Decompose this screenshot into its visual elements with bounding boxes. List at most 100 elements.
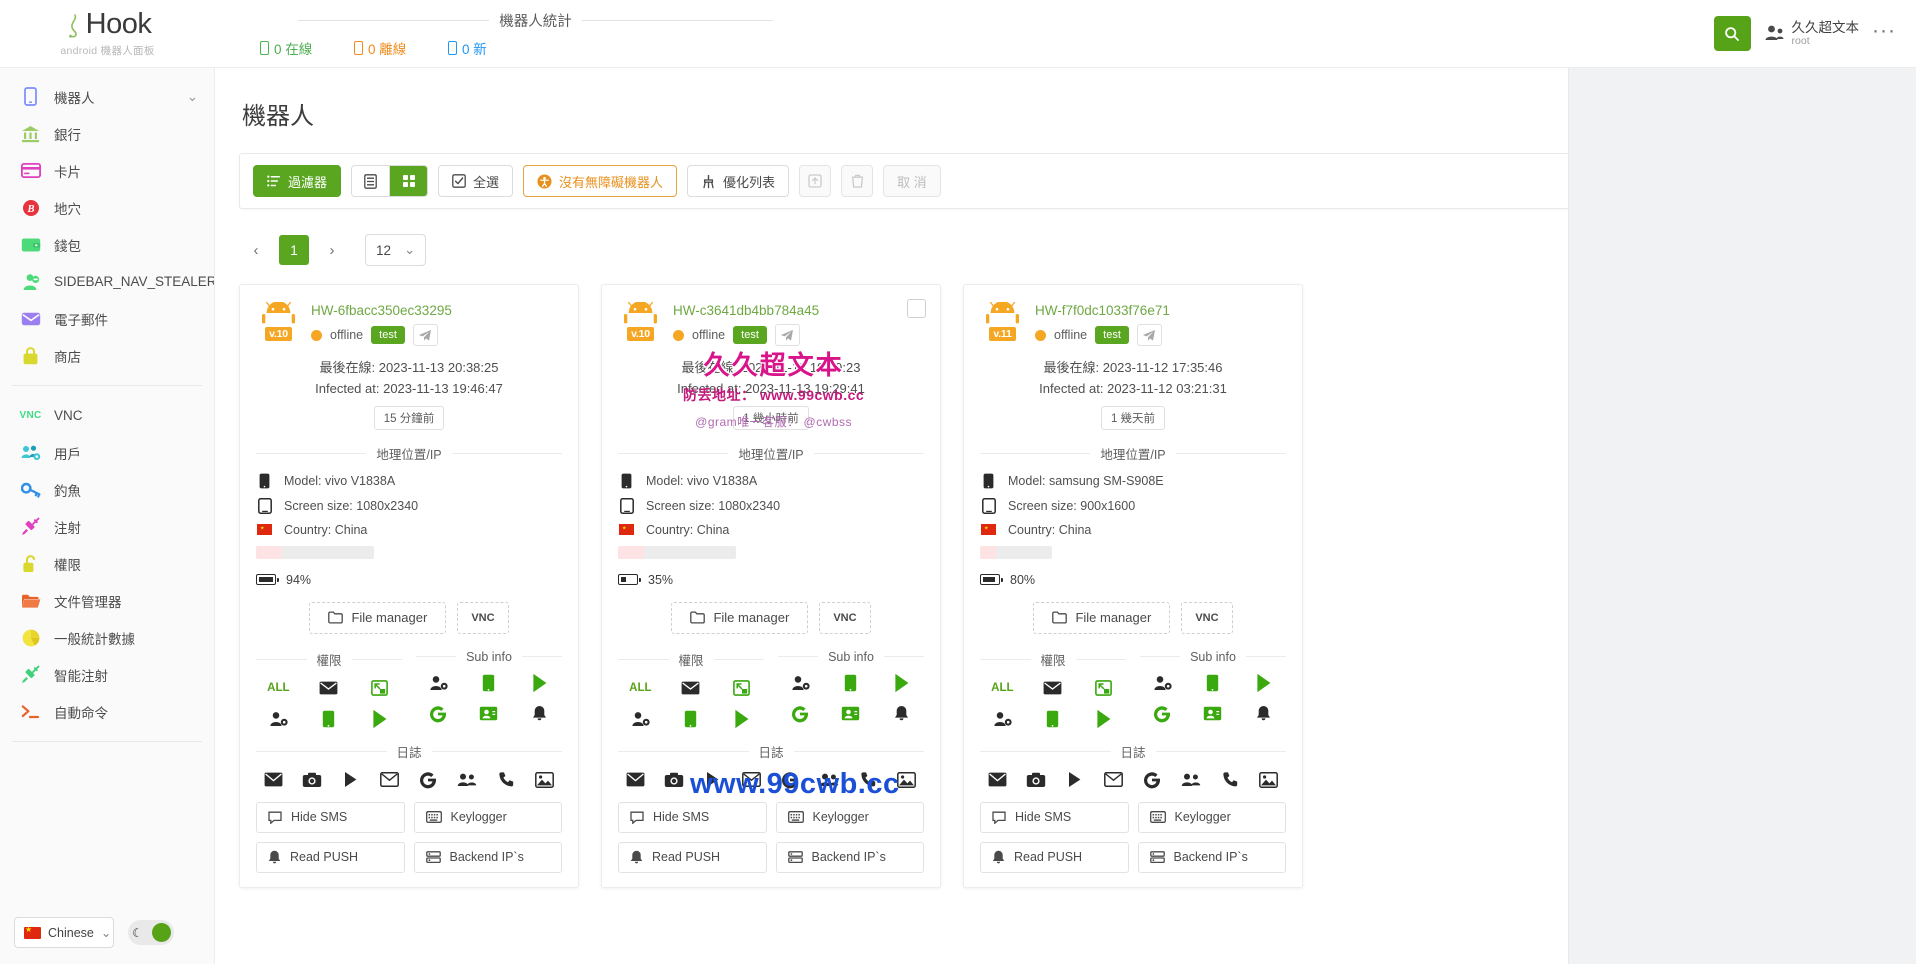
admin-user-icon[interactable]: [993, 710, 1012, 728]
device-admin-icon[interactable]: [1206, 674, 1219, 692]
optimize-list-button[interactable]: 優化列表: [687, 165, 790, 197]
filter-button[interactable]: 過濾器: [253, 165, 342, 197]
google-icon[interactable]: [1153, 705, 1171, 723]
play-log-icon[interactable]: [338, 771, 364, 789]
admin-user-icon[interactable]: [791, 674, 810, 692]
bot-id-link[interactable]: HW-c3641db4bb784a45: [673, 303, 924, 318]
select-all-button[interactable]: 全選: [438, 165, 514, 197]
vnc-button[interactable]: VNC: [457, 601, 509, 634]
delete-button[interactable]: [841, 165, 874, 197]
notification-icon[interactable]: [894, 705, 909, 723]
no-accessibility-button[interactable]: 沒有無障礙機器人: [523, 165, 678, 197]
file-manager-button[interactable]: File manager: [1033, 601, 1171, 634]
stat-new[interactable]: 0 新: [448, 38, 542, 58]
contacts-log-icon[interactable]: [816, 771, 842, 789]
gallery-log-icon[interactable]: [1256, 771, 1282, 789]
play-protect-icon[interactable]: [1256, 673, 1272, 692]
sidebar-item-general-stats[interactable]: 一般統計數據: [0, 619, 214, 656]
sidebar-item-shop[interactable]: 商店: [0, 337, 214, 374]
google-log-icon[interactable]: [1139, 771, 1165, 789]
contacts-log-icon[interactable]: [1178, 771, 1204, 789]
stat-online[interactable]: 0 在線: [260, 38, 354, 58]
grid-view-button[interactable]: [390, 166, 428, 196]
sidebar-item-vnc[interactable]: VNC VNC: [0, 397, 214, 434]
google-icon[interactable]: [791, 705, 809, 723]
gallery-log-icon[interactable]: [894, 771, 920, 789]
keylogger-button[interactable]: Keylogger: [1137, 801, 1286, 833]
sidebar-item-users[interactable]: 用戶: [0, 434, 214, 471]
camera-log-icon[interactable]: [661, 771, 687, 789]
sidebar-item-bank[interactable]: 銀行: [0, 115, 214, 152]
camera-log-icon[interactable]: [299, 771, 325, 789]
mail-log-icon[interactable]: [1101, 771, 1127, 789]
google-log-icon[interactable]: [415, 771, 441, 789]
device-admin-icon[interactable]: [322, 710, 335, 728]
next-page-button[interactable]: ›: [318, 235, 346, 265]
sidebar-item-bots[interactable]: 機器人 ⌄: [0, 78, 214, 115]
user-menu[interactable]: 久久超文本 root: [1764, 20, 1859, 48]
screen-share-icon[interactable]: [1095, 679, 1113, 697]
telegram-button[interactable]: [774, 324, 800, 346]
contacts-icon[interactable]: [1203, 705, 1222, 723]
all-permissions-icon[interactable]: ALL: [267, 679, 289, 697]
play-protect-icon[interactable]: [1096, 709, 1112, 728]
stat-offline[interactable]: 0 離線: [354, 38, 448, 58]
list-view-button[interactable]: [352, 166, 390, 196]
device-admin-icon[interactable]: [482, 674, 495, 692]
play-protect-icon[interactable]: [894, 673, 910, 692]
tag-badge[interactable]: test: [733, 326, 767, 344]
gallery-log-icon[interactable]: [532, 771, 558, 789]
screen-share-icon[interactable]: [371, 679, 389, 697]
calls-log-icon[interactable]: [855, 771, 881, 789]
sidebar-item-phishing[interactable]: 釣魚: [0, 471, 214, 508]
hide-sms-button[interactable]: Hide SMS: [618, 801, 767, 833]
cancel-button[interactable]: 取 消: [883, 165, 941, 197]
admin-user-icon[interactable]: [429, 674, 448, 692]
contacts-log-icon[interactable]: [454, 771, 480, 789]
read-push-button[interactable]: Read PUSH: [618, 841, 767, 873]
camera-log-icon[interactable]: [1023, 771, 1049, 789]
calls-log-icon[interactable]: [493, 771, 519, 789]
tag-badge[interactable]: test: [371, 326, 405, 344]
sidebar-item-smart-injection[interactable]: 智能注射: [0, 656, 214, 693]
sms-icon[interactable]: [319, 679, 338, 697]
sms-icon[interactable]: [681, 679, 700, 697]
vnc-button[interactable]: VNC: [1181, 601, 1233, 634]
contacts-icon[interactable]: [841, 705, 860, 723]
bot-id-link[interactable]: HW-6fbacc350ec33295: [311, 303, 562, 318]
sidebar-item-crypto[interactable]: B 地穴: [0, 189, 214, 226]
file-manager-button[interactable]: File manager: [671, 601, 809, 634]
file-manager-button[interactable]: File manager: [309, 601, 447, 634]
sidebar-item-cards[interactable]: 卡片: [0, 152, 214, 189]
sidebar-item-permissions[interactable]: 權限: [0, 545, 214, 582]
notification-icon[interactable]: [1256, 705, 1271, 723]
page-size-select[interactable]: 12 ⌄: [365, 234, 427, 266]
telegram-button[interactable]: [1136, 324, 1162, 346]
hide-sms-button[interactable]: Hide SMS: [980, 801, 1129, 833]
read-push-button[interactable]: Read PUSH: [256, 841, 405, 873]
google-icon[interactable]: [429, 705, 447, 723]
hide-sms-button[interactable]: Hide SMS: [256, 801, 405, 833]
bot-id-link[interactable]: HW-f7f0dc1033f76e71: [1035, 303, 1286, 318]
gmail-log-icon[interactable]: [622, 771, 648, 789]
more-options-button[interactable]: ···: [1872, 19, 1896, 49]
read-push-button[interactable]: Read PUSH: [980, 841, 1129, 873]
notification-icon[interactable]: [532, 705, 547, 723]
contacts-icon[interactable]: [479, 705, 498, 723]
prev-page-button[interactable]: ‹: [242, 235, 270, 265]
backend-ip-button[interactable]: Backend IP`s: [775, 841, 924, 873]
language-selector[interactable]: Chinese ⌄: [14, 917, 114, 948]
tag-badge[interactable]: test: [1095, 326, 1129, 344]
play-protect-icon[interactable]: [372, 709, 388, 728]
backend-ip-button[interactable]: Backend IP`s: [413, 841, 562, 873]
gmail-log-icon[interactable]: [260, 771, 286, 789]
brand-logo[interactable]: Hook android 機器人面板: [0, 9, 215, 58]
screen-share-icon[interactable]: [733, 679, 751, 697]
card-select-checkbox[interactable]: [907, 299, 926, 318]
sidebar-item-stealer[interactable]: SIDEBAR_NAV_STEALER: [0, 263, 214, 300]
google-log-icon[interactable]: [777, 771, 803, 789]
play-log-icon[interactable]: [1062, 771, 1088, 789]
device-admin-icon[interactable]: [844, 674, 857, 692]
telegram-button[interactable]: [412, 324, 438, 346]
keylogger-button[interactable]: Keylogger: [413, 801, 562, 833]
